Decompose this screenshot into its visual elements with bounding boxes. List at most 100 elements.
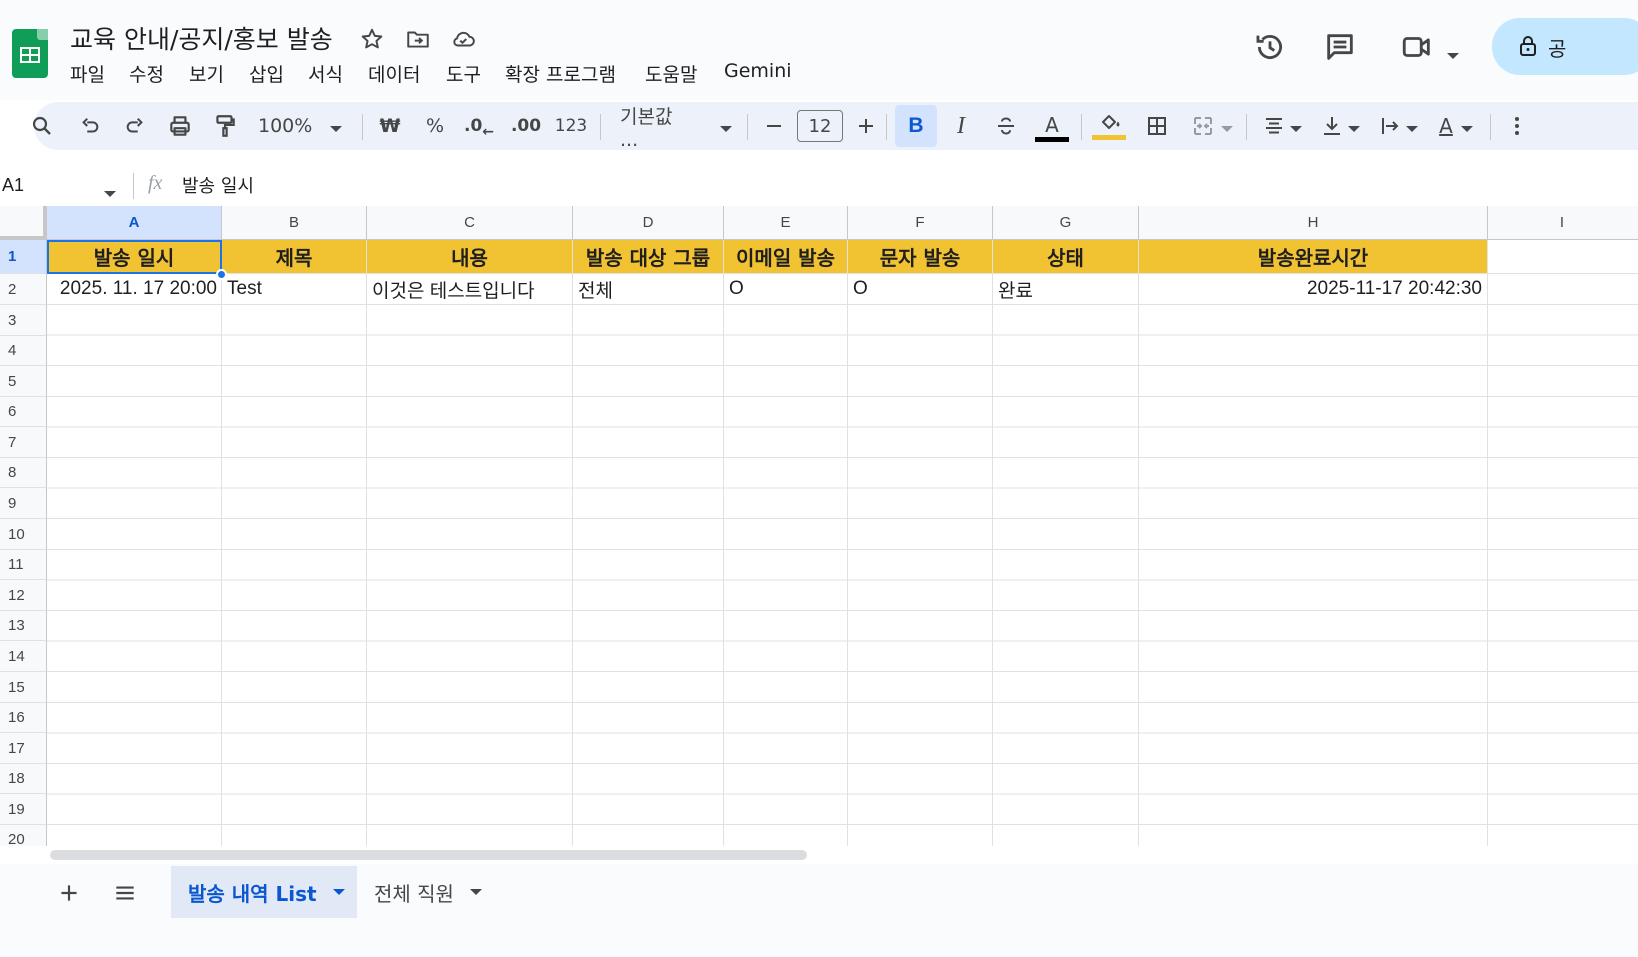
- font-size-input[interactable]: 12: [796, 102, 844, 150]
- text-wrapping-button[interactable]: [1374, 102, 1422, 150]
- sheet-tab-active[interactable]: 발송 내역 List: [171, 866, 357, 918]
- column-header-d[interactable]: D: [573, 206, 724, 240]
- all-sheets-button[interactable]: [112, 880, 138, 906]
- row-header-8[interactable]: 8: [0, 458, 47, 488]
- row-header-12[interactable]: 12: [0, 580, 47, 611]
- cell-a2[interactable]: 2025. 11. 17 20:00: [47, 274, 222, 305]
- cell-g2[interactable]: 완료: [993, 274, 1139, 305]
- row-header-14[interactable]: 14: [0, 641, 47, 672]
- horizontal-align-button[interactable]: [1258, 102, 1306, 150]
- row-header-5[interactable]: 5: [0, 366, 47, 397]
- cell-h2[interactable]: 2025-11-17 20:42:30: [1139, 274, 1488, 305]
- menu-extensions[interactable]: 확장 프로그램: [505, 60, 616, 87]
- font-family-select[interactable]: 기본값 ...: [620, 102, 732, 151]
- version-history-icon[interactable]: [1253, 30, 1287, 64]
- row-header-1[interactable]: 1: [0, 240, 47, 274]
- vertical-align-button[interactable]: [1316, 102, 1364, 150]
- increase-decimal-button[interactable]: .00: [509, 102, 543, 150]
- row-header-19[interactable]: 19: [0, 794, 47, 825]
- percent-format-button[interactable]: %: [422, 102, 448, 150]
- meet-video-icon[interactable]: [1400, 30, 1434, 64]
- column-header-b[interactable]: B: [222, 206, 367, 240]
- cell-e1[interactable]: 이메일 발송: [724, 240, 848, 274]
- decrease-font-size-button[interactable]: [762, 102, 786, 150]
- cell-f2[interactable]: O: [848, 274, 993, 305]
- cell-d1[interactable]: 발송 대상 그룹: [573, 240, 724, 274]
- column-header-e[interactable]: E: [724, 206, 848, 240]
- sheet-tab-chevron-down-icon[interactable]: [332, 889, 345, 895]
- column-header-h[interactable]: H: [1139, 206, 1488, 240]
- star-icon[interactable]: [359, 26, 385, 52]
- cell-b2[interactable]: Test: [222, 274, 367, 305]
- text-color-button[interactable]: A: [1034, 102, 1070, 150]
- fill-handle[interactable]: [216, 269, 227, 280]
- search-menus-button[interactable]: [28, 102, 56, 150]
- borders-button[interactable]: [1142, 102, 1172, 150]
- menu-file[interactable]: 파일: [70, 60, 105, 87]
- cell-i1[interactable]: [1488, 240, 1638, 274]
- row-header-18[interactable]: 18: [0, 764, 47, 794]
- more-options-button[interactable]: [1504, 102, 1530, 150]
- bold-button[interactable]: B: [895, 105, 937, 147]
- menu-help[interactable]: 도움말: [645, 60, 697, 87]
- row-header-7[interactable]: 7: [0, 427, 47, 458]
- sheets-logo-icon[interactable]: [12, 29, 48, 78]
- row-header-10[interactable]: 10: [0, 519, 47, 550]
- formula-input[interactable]: 발송 일시: [182, 165, 1622, 205]
- row-header-9[interactable]: 9: [0, 488, 47, 519]
- zoom-select[interactable]: 100%: [258, 102, 350, 150]
- cell-f1[interactable]: 문자 발송: [848, 240, 993, 274]
- scrollbar-thumb[interactable]: [50, 850, 807, 860]
- cloud-saved-icon[interactable]: [450, 26, 476, 52]
- sheet-tab[interactable]: 전체 직원: [360, 866, 500, 918]
- strikethrough-button[interactable]: [992, 102, 1020, 150]
- increase-font-size-button[interactable]: [854, 102, 878, 150]
- document-title[interactable]: 교육 안내/공지/홍보 발송: [70, 20, 333, 56]
- cell-a1[interactable]: 발송 일시: [47, 240, 222, 274]
- column-header-g[interactable]: G: [993, 206, 1139, 240]
- menu-view[interactable]: 보기: [189, 60, 224, 87]
- cell-c2[interactable]: 이것은 테스트입니다: [367, 274, 573, 305]
- column-header-i[interactable]: I: [1488, 206, 1638, 240]
- decrease-decimal-button[interactable]: .0 ←: [464, 102, 494, 150]
- column-header-a[interactable]: A: [47, 206, 222, 240]
- row-header-2[interactable]: 2: [0, 274, 47, 305]
- horizontal-scrollbar[interactable]: [47, 846, 1638, 864]
- cell-g1[interactable]: 상태: [993, 240, 1139, 274]
- share-button[interactable]: 공: [1492, 18, 1638, 75]
- undo-button[interactable]: [76, 102, 104, 150]
- number-format-button[interactable]: 123: [554, 102, 588, 150]
- cell-d2[interactable]: 전체: [573, 274, 724, 305]
- menu-data[interactable]: 데이터: [368, 60, 420, 87]
- column-header-c[interactable]: C: [367, 206, 573, 240]
- cell-c1[interactable]: 내용: [367, 240, 573, 274]
- row-header-13[interactable]: 13: [0, 611, 47, 641]
- row-header-6[interactable]: 6: [0, 397, 47, 427]
- row-header-16[interactable]: 16: [0, 703, 47, 733]
- fill-color-button[interactable]: [1091, 102, 1127, 150]
- cell-b1[interactable]: 제목: [222, 240, 367, 274]
- row-header-17[interactable]: 17: [0, 733, 47, 764]
- column-header-f[interactable]: F: [848, 206, 993, 240]
- sheet-tab-chevron-down-icon[interactable]: [469, 889, 482, 895]
- italic-button[interactable]: I: [948, 102, 974, 150]
- row-header-3[interactable]: 3: [0, 305, 47, 336]
- row-header-20[interactable]: 20: [0, 825, 47, 846]
- cell-i2[interactable]: [1488, 274, 1638, 305]
- menu-tools[interactable]: 도구: [446, 60, 481, 87]
- menu-edit[interactable]: 수정: [129, 60, 164, 87]
- menu-format[interactable]: 서식: [308, 60, 343, 87]
- cell-e2[interactable]: O: [724, 274, 848, 305]
- empty-cells-area[interactable]: [47, 305, 1638, 846]
- name-box[interactable]: A1: [0, 165, 122, 205]
- cell-h1[interactable]: 발송완료시간: [1139, 240, 1488, 274]
- menu-insert[interactable]: 삽입: [249, 60, 284, 87]
- row-header-15[interactable]: 15: [0, 672, 47, 703]
- row-header-11[interactable]: 11: [0, 550, 47, 580]
- print-button[interactable]: [165, 102, 195, 150]
- merge-cells-button[interactable]: [1187, 102, 1237, 150]
- currency-format-button[interactable]: ₩: [377, 102, 403, 150]
- comments-icon[interactable]: [1323, 30, 1357, 64]
- menu-gemini[interactable]: Gemini: [724, 60, 792, 82]
- select-all-corner[interactable]: [0, 206, 47, 240]
